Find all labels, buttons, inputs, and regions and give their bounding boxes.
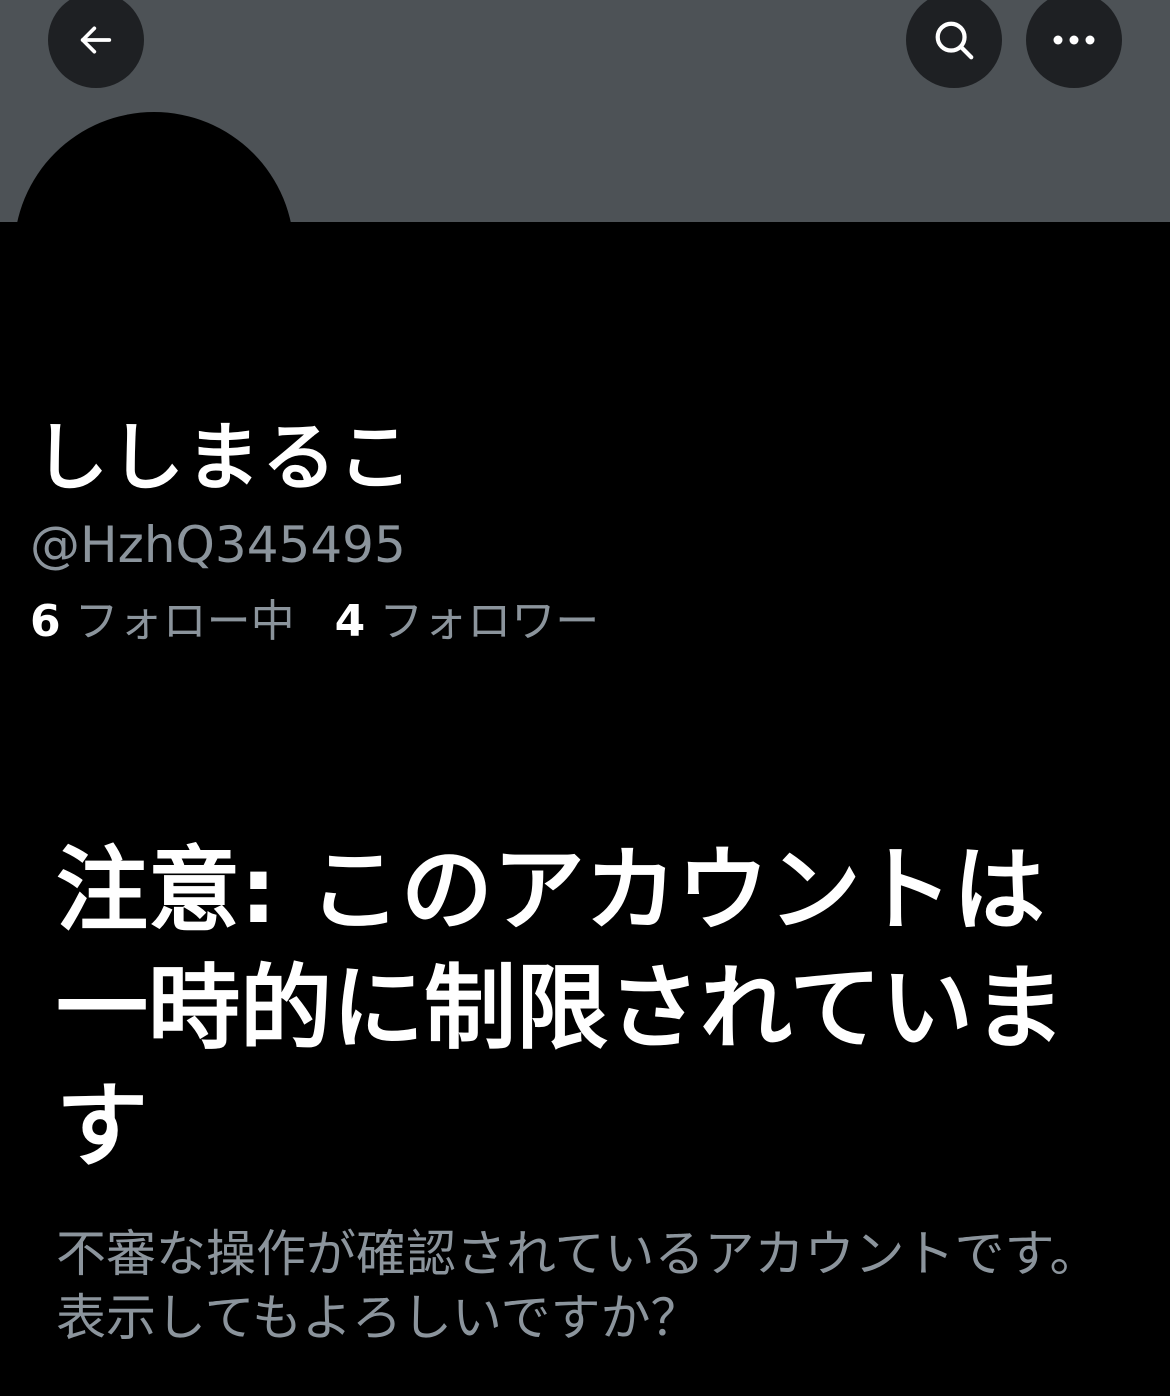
- followers-label: フォロワー: [379, 596, 600, 647]
- profile-stats: 6 フォロー中 4 フォロワー: [30, 592, 639, 652]
- more-horizontal-icon: [1053, 35, 1095, 45]
- restriction-warning-body: 不審な操作が確認されているアカウントです。表示してもよろしいですか？: [56, 1225, 1100, 1347]
- arrow-left-icon: [80, 26, 112, 54]
- user-handle: @HzhQ345495: [30, 516, 406, 574]
- followers-count: 4: [334, 596, 366, 647]
- following-label: フォロー中: [74, 596, 295, 647]
- following-link[interactable]: 6 フォロー中: [30, 592, 295, 652]
- followers-link[interactable]: 4 フォロワー: [335, 592, 600, 652]
- following-count: 6: [30, 596, 61, 647]
- restriction-warning-title: 注意: このアカウントは一時的に制限されています: [56, 837, 1066, 1180]
- display-name: ししまるこ: [34, 415, 414, 501]
- avatar[interactable]: [14, 112, 294, 392]
- search-icon: [935, 21, 974, 60]
